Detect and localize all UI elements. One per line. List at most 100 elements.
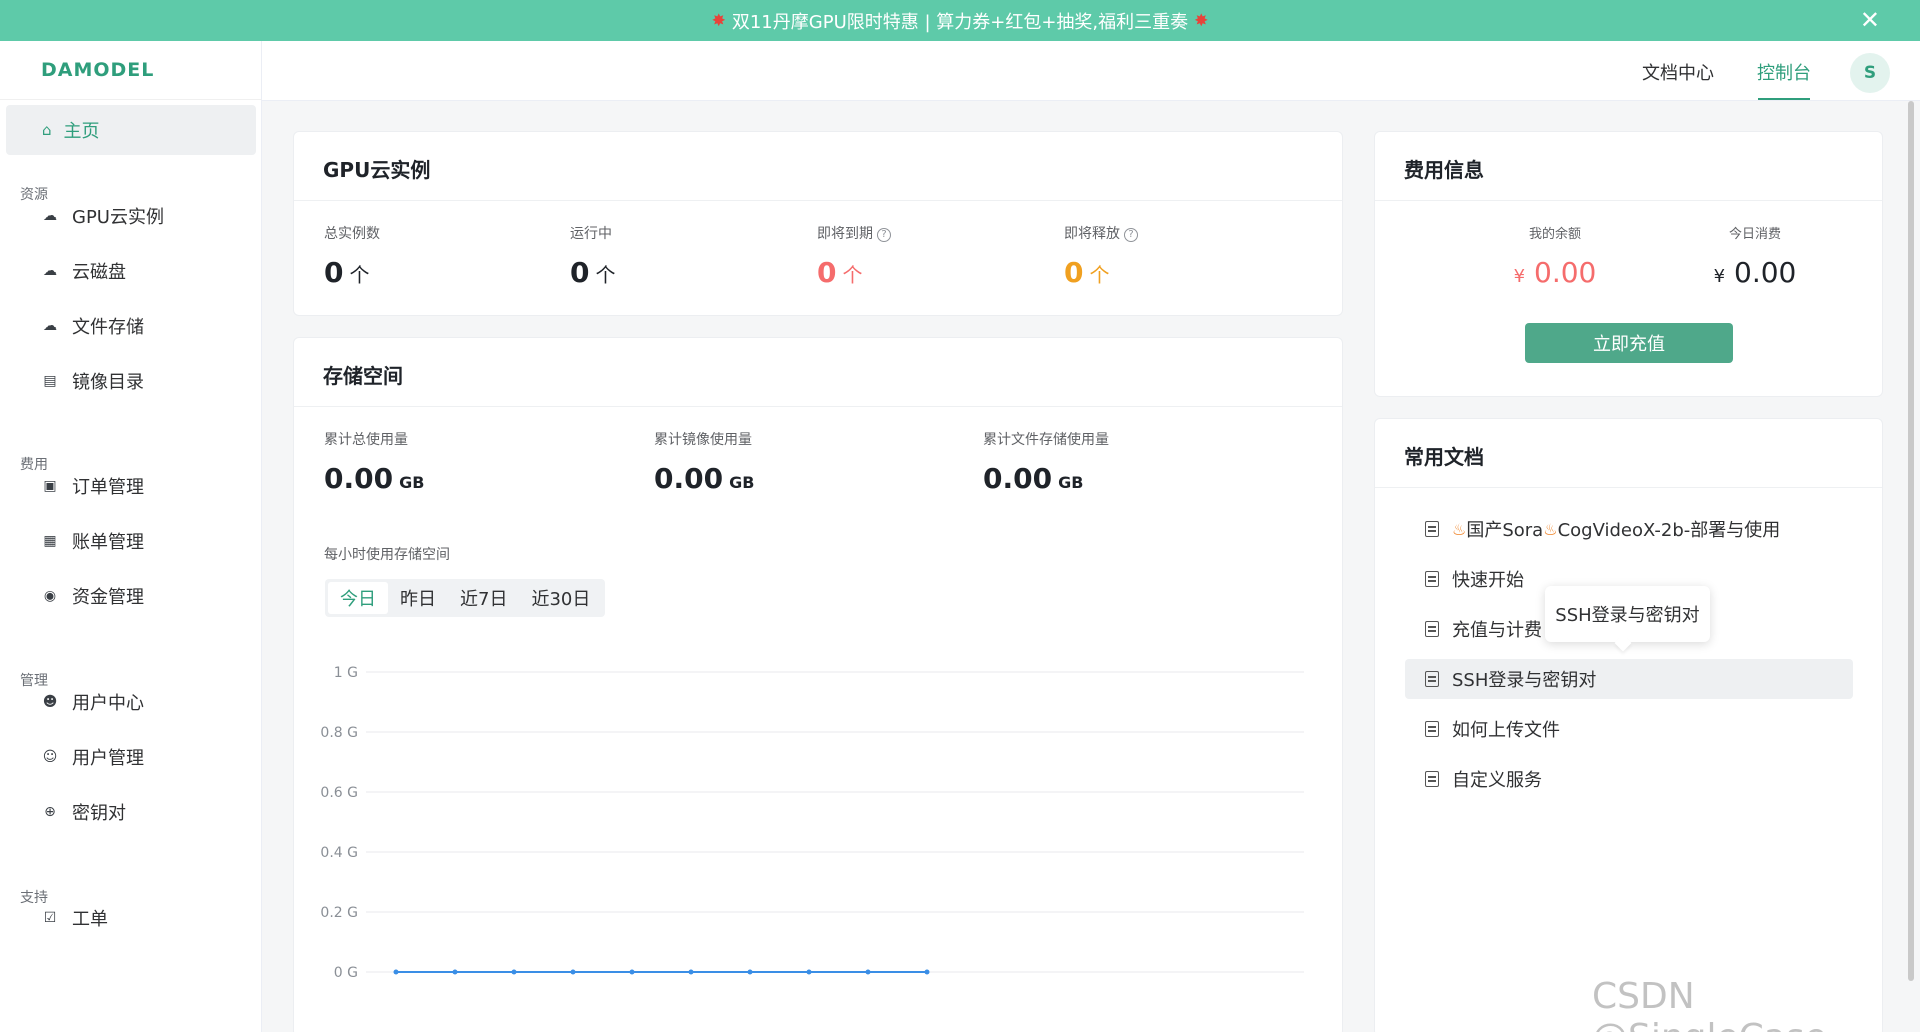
- sidebar-item-key-pairs[interactable]: ⊕ 密钥对: [0, 792, 262, 832]
- sidebar-item-label: 用户中心: [72, 693, 144, 714]
- data-point[interactable]: [511, 969, 517, 975]
- unit: 个: [595, 263, 616, 287]
- scrollbar[interactable]: [1908, 101, 1914, 981]
- doc-link-label: 充值与计费: [1452, 620, 1542, 641]
- expiring-label: 即将到期?: [817, 223, 891, 243]
- data-point[interactable]: [806, 969, 812, 975]
- sidebar-item-label: 文件存储: [72, 317, 144, 338]
- document-icon: [1425, 621, 1439, 637]
- fire-icon: ♨: [1452, 519, 1467, 539]
- promo-banner-text[interactable]: 双11丹摩GPU限时特惠 | 算力券+红包+抽奖,福利三重奏: [732, 8, 1188, 34]
- data-point[interactable]: [570, 969, 576, 975]
- sidebar-item-funds[interactable]: ◉ 资金管理: [0, 576, 262, 616]
- sidebar-item-bills[interactable]: ▦ 账单管理: [0, 521, 262, 561]
- expiring-value[interactable]: 0个: [817, 256, 862, 289]
- sidebar-item-home[interactable]: ⌂ 主页: [6, 105, 256, 155]
- tab-last-7-days[interactable]: 近7日: [448, 582, 519, 614]
- sidebar-item-user-management[interactable]: ☺ 用户管理: [0, 737, 262, 777]
- data-point[interactable]: [629, 969, 635, 975]
- image-usage-number: 0.00: [654, 462, 724, 495]
- active-tab-indicator: [1758, 98, 1810, 100]
- users-icon: ☻: [42, 694, 58, 710]
- releasing-label: 即将释放?: [1064, 223, 1138, 243]
- doc-link-label: SSH登录与密钥对: [1452, 670, 1597, 691]
- running-number: 0: [570, 256, 590, 289]
- total-instances-value[interactable]: 0个: [324, 256, 369, 289]
- document-icon: [1425, 721, 1439, 737]
- total-usage-number: 0.00: [324, 462, 394, 495]
- promo-banner[interactable]: ✸ 双11丹摩GPU限时特惠 | 算力券+红包+抽奖,福利三重奏 ✸ ✕: [0, 0, 1920, 41]
- document-icon: [1425, 671, 1439, 687]
- divider: [294, 200, 1342, 201]
- help-icon[interactable]: ?: [877, 228, 891, 242]
- unit: GB: [399, 473, 425, 492]
- sidebar-item-orders[interactable]: ▣ 订单管理: [0, 466, 262, 506]
- doc-tooltip: SSH登录与密钥对: [1545, 586, 1710, 642]
- user-settings-icon: ☺: [42, 749, 58, 765]
- image-catalog-icon: ▤: [43, 373, 57, 389]
- cloud-disk-icon: ☁: [43, 263, 57, 279]
- balance-number: 0.00: [1534, 256, 1597, 289]
- storage-usage-chart: 1 G 0.8 G 0.6 G 0.4 G 0.2 G 0 G: [320, 665, 1304, 981]
- expiring-number: 0: [817, 256, 837, 289]
- sidebar-item-image-catalog[interactable]: ▤ 镜像目录: [0, 361, 262, 401]
- y-tick-label: 0 G: [334, 965, 358, 981]
- data-point[interactable]: [688, 969, 694, 975]
- firework-icon: ✸: [711, 10, 726, 31]
- file-storage-usage-value: 0.00 GB: [983, 462, 1083, 495]
- sidebar-item-label: 用户管理: [72, 748, 144, 769]
- sidebar-item-file-storage[interactable]: ☁ 文件存储: [0, 306, 262, 346]
- lock-icon: ⊕: [44, 804, 56, 820]
- balance-label: 我的余额: [1528, 227, 1581, 242]
- close-icon[interactable]: ✕: [1860, 8, 1880, 32]
- sidebar-item-gpu-instance[interactable]: ☁ GPU云实例: [0, 196, 262, 236]
- home-icon: ⌂: [42, 121, 52, 139]
- total-instances-number: 0: [324, 256, 344, 289]
- currency: ¥: [1713, 266, 1726, 287]
- file-storage-usage-label: 累计文件存储使用量: [983, 432, 1109, 448]
- expiring-label-text: 即将到期: [817, 226, 873, 242]
- doc-link-upload[interactable]: 如何上传文件: [1405, 709, 1853, 749]
- data-point[interactable]: [747, 969, 753, 975]
- sidebar: DAMODEL ⌂ 主页 资源 ☁ GPU云实例 ☁ 云磁盘 ☁ 文件存储 ▤ …: [0, 41, 262, 1032]
- sidebar-item-tickets[interactable]: ☑ 工单: [0, 898, 262, 938]
- doc-link-cogvideox[interactable]: ♨ 国产Sora ♨ CogVideoX-2b-部署与使用: [1405, 509, 1853, 549]
- sidebar-item-cloud-disk[interactable]: ☁ 云磁盘: [0, 251, 262, 291]
- sidebar-item-user-center[interactable]: ☻ 用户中心: [0, 682, 262, 722]
- logo[interactable]: DAMODEL: [0, 41, 261, 100]
- running-value[interactable]: 0个: [570, 256, 615, 289]
- sidebar-item-label: 镜像目录: [72, 372, 144, 393]
- billing-card-title: 费用信息: [1404, 158, 1484, 182]
- unit: 个: [1089, 263, 1110, 287]
- doc-link-ssh[interactable]: SSH登录与密钥对: [1405, 659, 1853, 699]
- file-storage-usage-number: 0.00: [983, 462, 1053, 495]
- doc-link-custom-service[interactable]: 自定义服务: [1405, 759, 1853, 799]
- data-point[interactable]: [924, 969, 930, 975]
- releasing-label-text: 即将释放: [1064, 226, 1120, 242]
- balance-value: ¥ 0.00: [1455, 256, 1655, 289]
- releasing-value[interactable]: 0个: [1064, 256, 1109, 289]
- help-icon[interactable]: ?: [1124, 228, 1138, 242]
- docs-card-title: 常用文档: [1404, 445, 1484, 469]
- recharge-button[interactable]: 立即充值: [1525, 323, 1733, 363]
- gpu-card-title: GPU云实例: [323, 158, 431, 182]
- sidebar-item-label: 密钥对: [72, 803, 126, 824]
- tab-last-30-days[interactable]: 近30日: [519, 582, 602, 614]
- data-point[interactable]: [452, 969, 458, 975]
- gpu-instance-card: GPU云实例 总实例数 0个 运行中 0个 即将到期? 0个 即将释放? 0个: [293, 131, 1343, 316]
- order-icon: ▣: [43, 478, 57, 494]
- running-label: 运行中: [570, 226, 612, 242]
- y-tick-label: 0.2 G: [320, 905, 358, 921]
- total-usage-value: 0.00 GB: [324, 462, 424, 495]
- doc-link-label: CogVideoX-2b-部署与使用: [1557, 520, 1781, 541]
- data-point[interactable]: [393, 969, 399, 975]
- docs-center-link[interactable]: 文档中心: [1642, 59, 1714, 85]
- tab-today[interactable]: 今日: [328, 582, 388, 614]
- tab-yesterday[interactable]: 昨日: [388, 582, 448, 614]
- image-usage-label: 累计镜像使用量: [654, 432, 752, 448]
- today-spend-value: ¥ 0.00: [1655, 256, 1855, 289]
- sidebar-item-label: 订单管理: [72, 477, 144, 498]
- avatar[interactable]: S: [1850, 53, 1890, 93]
- console-link[interactable]: 控制台: [1757, 59, 1811, 85]
- data-point[interactable]: [865, 969, 871, 975]
